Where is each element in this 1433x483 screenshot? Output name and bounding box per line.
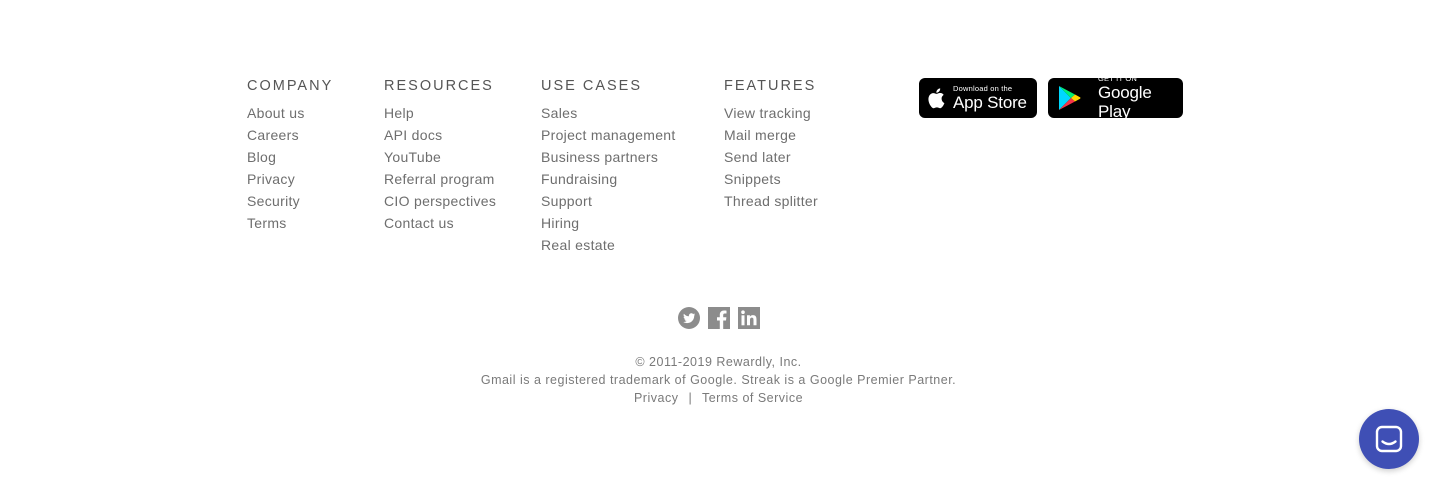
footer-link-hiring[interactable]: Hiring [541, 212, 676, 234]
footer-link-privacy[interactable]: Privacy [247, 168, 333, 190]
trademark-text: Gmail is a registered trademark of Googl… [480, 373, 957, 387]
privacy-link[interactable]: Privacy [634, 391, 678, 405]
footer-column-resources: RESOURCES Help API docs YouTube Referral… [384, 77, 496, 234]
apple-icon [927, 87, 947, 109]
twitter-icon[interactable] [678, 307, 700, 329]
copyright-text: © 2011-2019 Rewardly, Inc. [635, 355, 802, 369]
footer-link-mail-merge[interactable]: Mail merge [724, 124, 818, 146]
linkedin-icon[interactable] [738, 307, 760, 329]
column-heading: FEATURES [724, 78, 817, 94]
footer-link-view-tracking[interactable]: View tracking [724, 102, 818, 124]
app-store-text: Download on the App Store [953, 83, 1027, 112]
footer-column-use-cases: USE CASES Sales Project management Busin… [541, 77, 676, 256]
footer-link-snippets[interactable]: Snippets [724, 168, 818, 190]
google-play-text: GET IT ON Google Play [1098, 74, 1183, 122]
app-store-small-text: Download on the [953, 83, 1013, 93]
footer-link-security[interactable]: Security [247, 190, 333, 212]
footer-column-features: FEATURES View tracking Mail merge Send l… [724, 77, 818, 212]
legal-separator: | [688, 391, 693, 405]
terms-of-service-link[interactable]: Terms of Service [702, 391, 803, 405]
footer-link-business-partners[interactable]: Business partners [541, 146, 676, 168]
google-play-small-text: GET IT ON [1098, 74, 1138, 83]
legal-links: Privacy | Terms of Service [0, 391, 1433, 405]
facebook-icon[interactable] [708, 307, 730, 329]
footer-link-blog[interactable]: Blog [247, 146, 333, 168]
footer-link-referral-program[interactable]: Referral program [384, 168, 496, 190]
footer-link-thread-splitter[interactable]: Thread splitter [724, 190, 818, 212]
google-play-big-text: Google Play [1098, 83, 1152, 121]
footer-link-send-later[interactable]: Send later [724, 146, 818, 168]
column-heading: RESOURCES [384, 78, 494, 94]
footer-link-real-estate[interactable]: Real estate [541, 234, 676, 256]
column-heading: COMPANY [247, 78, 334, 94]
footer-column-company: COMPANY About us Careers Blog Privacy Se… [247, 77, 333, 234]
footer-link-youtube[interactable]: YouTube [384, 146, 496, 168]
app-store-badge[interactable]: Download on the App Store [919, 78, 1037, 118]
chat-icon [1374, 424, 1404, 454]
footer-link-support[interactable]: Support [541, 190, 676, 212]
google-play-badge[interactable]: GET IT ON Google Play [1048, 74, 1183, 122]
footer-link-sales[interactable]: Sales [541, 102, 676, 124]
footer-link-help[interactable]: Help [384, 102, 496, 124]
google-play-icon [1058, 85, 1082, 111]
footer-link-project-management[interactable]: Project management [541, 124, 676, 146]
app-store-big-text: App Store [953, 92, 1027, 112]
social-links [678, 307, 760, 329]
footer-link-cio-perspectives[interactable]: CIO perspectives [384, 190, 496, 212]
footer-link-about-us[interactable]: About us [247, 102, 333, 124]
footer-link-careers[interactable]: Careers [247, 124, 333, 146]
footer-link-contact-us[interactable]: Contact us [384, 212, 496, 234]
footer-link-api-docs[interactable]: API docs [384, 124, 496, 146]
footer-link-terms[interactable]: Terms [247, 212, 333, 234]
chat-launcher-button[interactable] [1359, 409, 1419, 469]
footer-link-fundraising[interactable]: Fundraising [541, 168, 676, 190]
column-heading: USE CASES [541, 78, 642, 94]
